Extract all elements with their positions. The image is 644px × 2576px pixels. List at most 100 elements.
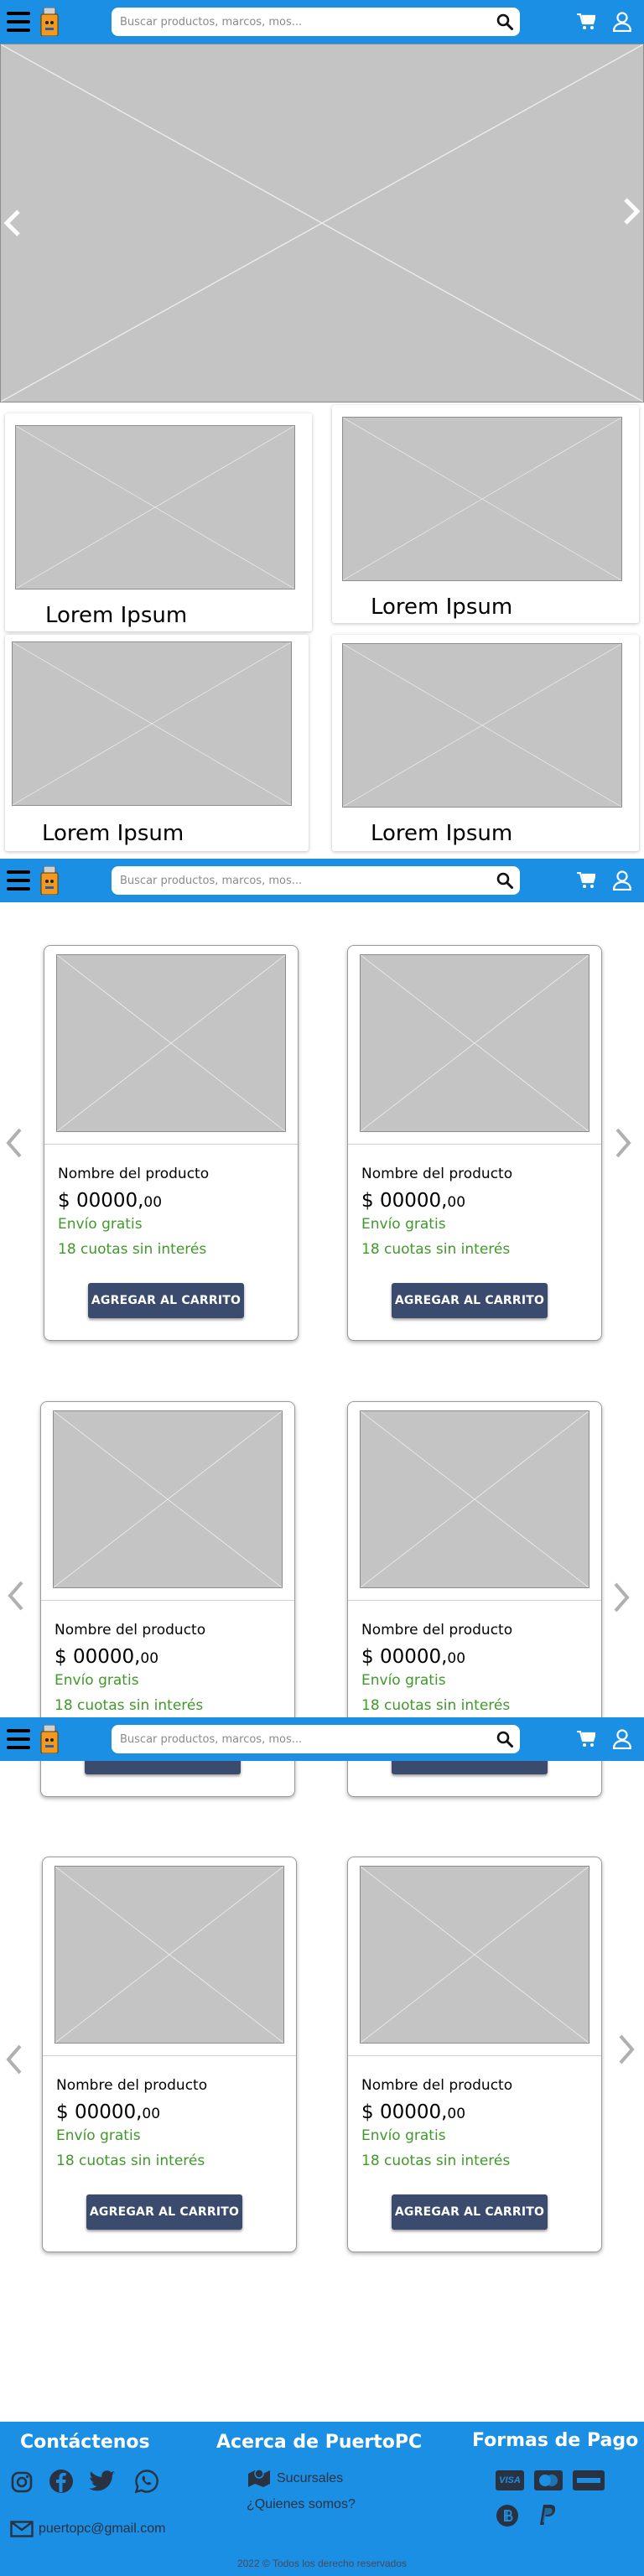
search-icon[interactable] xyxy=(496,1731,513,1748)
logo-icon[interactable] xyxy=(40,866,59,895)
product-price: $ 00000,00 xyxy=(56,2101,160,2123)
logo-icon[interactable] xyxy=(40,1725,59,1753)
banner-prev-arrow-icon[interactable] xyxy=(2,206,23,240)
category-label: Lorem Ipsum xyxy=(42,821,184,846)
payment-heading: Formas de Pago xyxy=(472,2430,639,2451)
search-icon[interactable] xyxy=(496,13,513,30)
category-image xyxy=(12,641,292,806)
installments-label: 18 cuotas sin interés xyxy=(361,1241,511,1258)
shipping-label: Envío gratis xyxy=(361,1672,446,1689)
products-prev-arrow-icon[interactable] xyxy=(3,1126,25,1160)
add-to-cart-button[interactable]: AGREGAR AL CARRITO xyxy=(86,2194,242,2230)
category-image xyxy=(342,417,622,581)
instagram-icon[interactable] xyxy=(10,2470,34,2494)
product-image xyxy=(55,1866,284,2044)
product-price: $ 00000,00 xyxy=(361,2101,465,2123)
category-card[interactable]: Lorem Ipsum xyxy=(5,413,312,631)
product-image xyxy=(360,1866,589,2044)
user-icon[interactable] xyxy=(613,12,631,32)
search-input[interactable] xyxy=(120,868,489,893)
shipping-label: Envío gratis xyxy=(361,2127,446,2144)
header-bar xyxy=(0,859,644,902)
installments-label: 18 cuotas sin interés xyxy=(55,1697,204,1714)
divider xyxy=(43,2055,296,2056)
cart-icon[interactable] xyxy=(577,872,595,889)
product-name: Nombre del producto xyxy=(56,2077,208,2094)
shipping-label: Envío gratis xyxy=(55,1672,139,1689)
logo-icon[interactable] xyxy=(40,8,59,36)
amex-icon xyxy=(573,2470,605,2490)
header-bar xyxy=(0,0,644,44)
price-cents: 00 xyxy=(143,1194,163,1211)
installments-label: 18 cuotas sin interés xyxy=(58,1241,207,1258)
price-main: $ 00000, xyxy=(58,1190,144,1212)
divider xyxy=(41,1600,294,1601)
price-cents: 00 xyxy=(447,1650,466,1667)
email-link[interactable]: puertopc@gmail.com xyxy=(39,2521,165,2537)
product-name: Nombre del producto xyxy=(361,1166,513,1182)
product-image xyxy=(53,1410,283,1588)
products-prev-arrow-icon[interactable] xyxy=(3,2043,25,2076)
category-label: Lorem Ipsum xyxy=(45,603,188,628)
divider xyxy=(44,1144,298,1145)
about-heading: Acerca de PuertoPC xyxy=(216,2432,423,2453)
shipping-label: Envío gratis xyxy=(58,1216,143,1233)
search-input[interactable] xyxy=(120,9,489,34)
mastercard-icon xyxy=(534,2470,563,2490)
price-main: $ 00000, xyxy=(56,2101,143,2123)
visa-icon: VISA xyxy=(496,2470,524,2490)
search-box xyxy=(112,866,520,895)
product-card[interactable]: Nombre del producto $ 00000,00 Envío gra… xyxy=(347,945,602,1341)
category-card[interactable]: Lorem Ipsum xyxy=(332,635,639,851)
facebook-icon[interactable] xyxy=(49,2469,74,2494)
product-card[interactable]: Nombre del producto $ 00000,00 Envío gra… xyxy=(42,1857,297,2252)
product-name: Nombre del producto xyxy=(361,2077,513,2094)
cart-icon[interactable] xyxy=(577,13,595,30)
product-name: Nombre del producto xyxy=(361,1622,513,1639)
user-icon[interactable] xyxy=(613,870,631,891)
product-image xyxy=(360,954,589,1132)
menu-icon[interactable] xyxy=(7,870,30,891)
product-image xyxy=(360,1410,589,1588)
paypal-icon xyxy=(540,2505,555,2525)
shipping-label: Envío gratis xyxy=(361,1216,446,1233)
banner-next-arrow-icon[interactable] xyxy=(621,195,642,228)
menu-icon[interactable] xyxy=(7,1729,30,1749)
category-card[interactable]: Lorem Ipsum xyxy=(5,635,309,851)
header-bar xyxy=(0,1717,644,1761)
add-to-cart-button[interactable]: AGREGAR AL CARRITO xyxy=(392,1283,548,1318)
branches-link[interactable]: Sucursales xyxy=(277,2471,343,2486)
search-icon[interactable] xyxy=(496,872,513,889)
price-cents: 00 xyxy=(447,1194,466,1211)
copyright-text: 2022 © Todos los derecho reservados xyxy=(236,2558,408,2569)
category-label: Lorem Ipsum xyxy=(371,595,513,620)
twitter-icon[interactable] xyxy=(89,2470,116,2492)
search-input[interactable] xyxy=(120,1727,489,1752)
whatsapp-icon[interactable] xyxy=(134,2469,159,2494)
installments-label: 18 cuotas sin interés xyxy=(361,2153,511,2169)
bitcoin-icon xyxy=(496,2505,518,2527)
price-main: $ 00000, xyxy=(361,1190,448,1212)
menu-icon[interactable] xyxy=(7,12,30,32)
search-box xyxy=(112,8,520,36)
page: Lorem Ipsum Lorem Ipsum Lorem Ipsum Lore… xyxy=(0,0,644,2576)
price-cents: 00 xyxy=(447,2106,466,2122)
user-icon[interactable] xyxy=(613,1729,631,1749)
about-us-link[interactable]: ¿Quienes somos? xyxy=(247,2497,356,2512)
category-label: Lorem Ipsum xyxy=(371,821,513,846)
cart-icon[interactable] xyxy=(577,1731,595,1748)
products-next-arrow-icon[interactable] xyxy=(610,1581,632,1614)
products-next-arrow-icon[interactable] xyxy=(615,2033,637,2066)
divider xyxy=(348,1600,601,1601)
add-to-cart-button[interactable]: AGREGAR AL CARRITO xyxy=(88,1283,244,1318)
products-prev-arrow-icon[interactable] xyxy=(5,1579,27,1613)
product-name: Nombre del producto xyxy=(58,1166,210,1182)
product-card[interactable]: Nombre del producto $ 00000,00 Envío gra… xyxy=(347,1857,602,2252)
add-to-cart-button[interactable]: AGREGAR AL CARRITO xyxy=(392,2194,548,2230)
category-card[interactable]: Lorem Ipsum xyxy=(332,405,639,623)
products-next-arrow-icon[interactable] xyxy=(612,1126,634,1160)
product-card[interactable]: Nombre del producto $ 00000,00 Envío gra… xyxy=(44,945,299,1341)
product-price: $ 00000,00 xyxy=(361,1190,465,1212)
product-price: $ 00000,00 xyxy=(55,1646,158,1668)
shipping-label: Envío gratis xyxy=(56,2127,141,2144)
